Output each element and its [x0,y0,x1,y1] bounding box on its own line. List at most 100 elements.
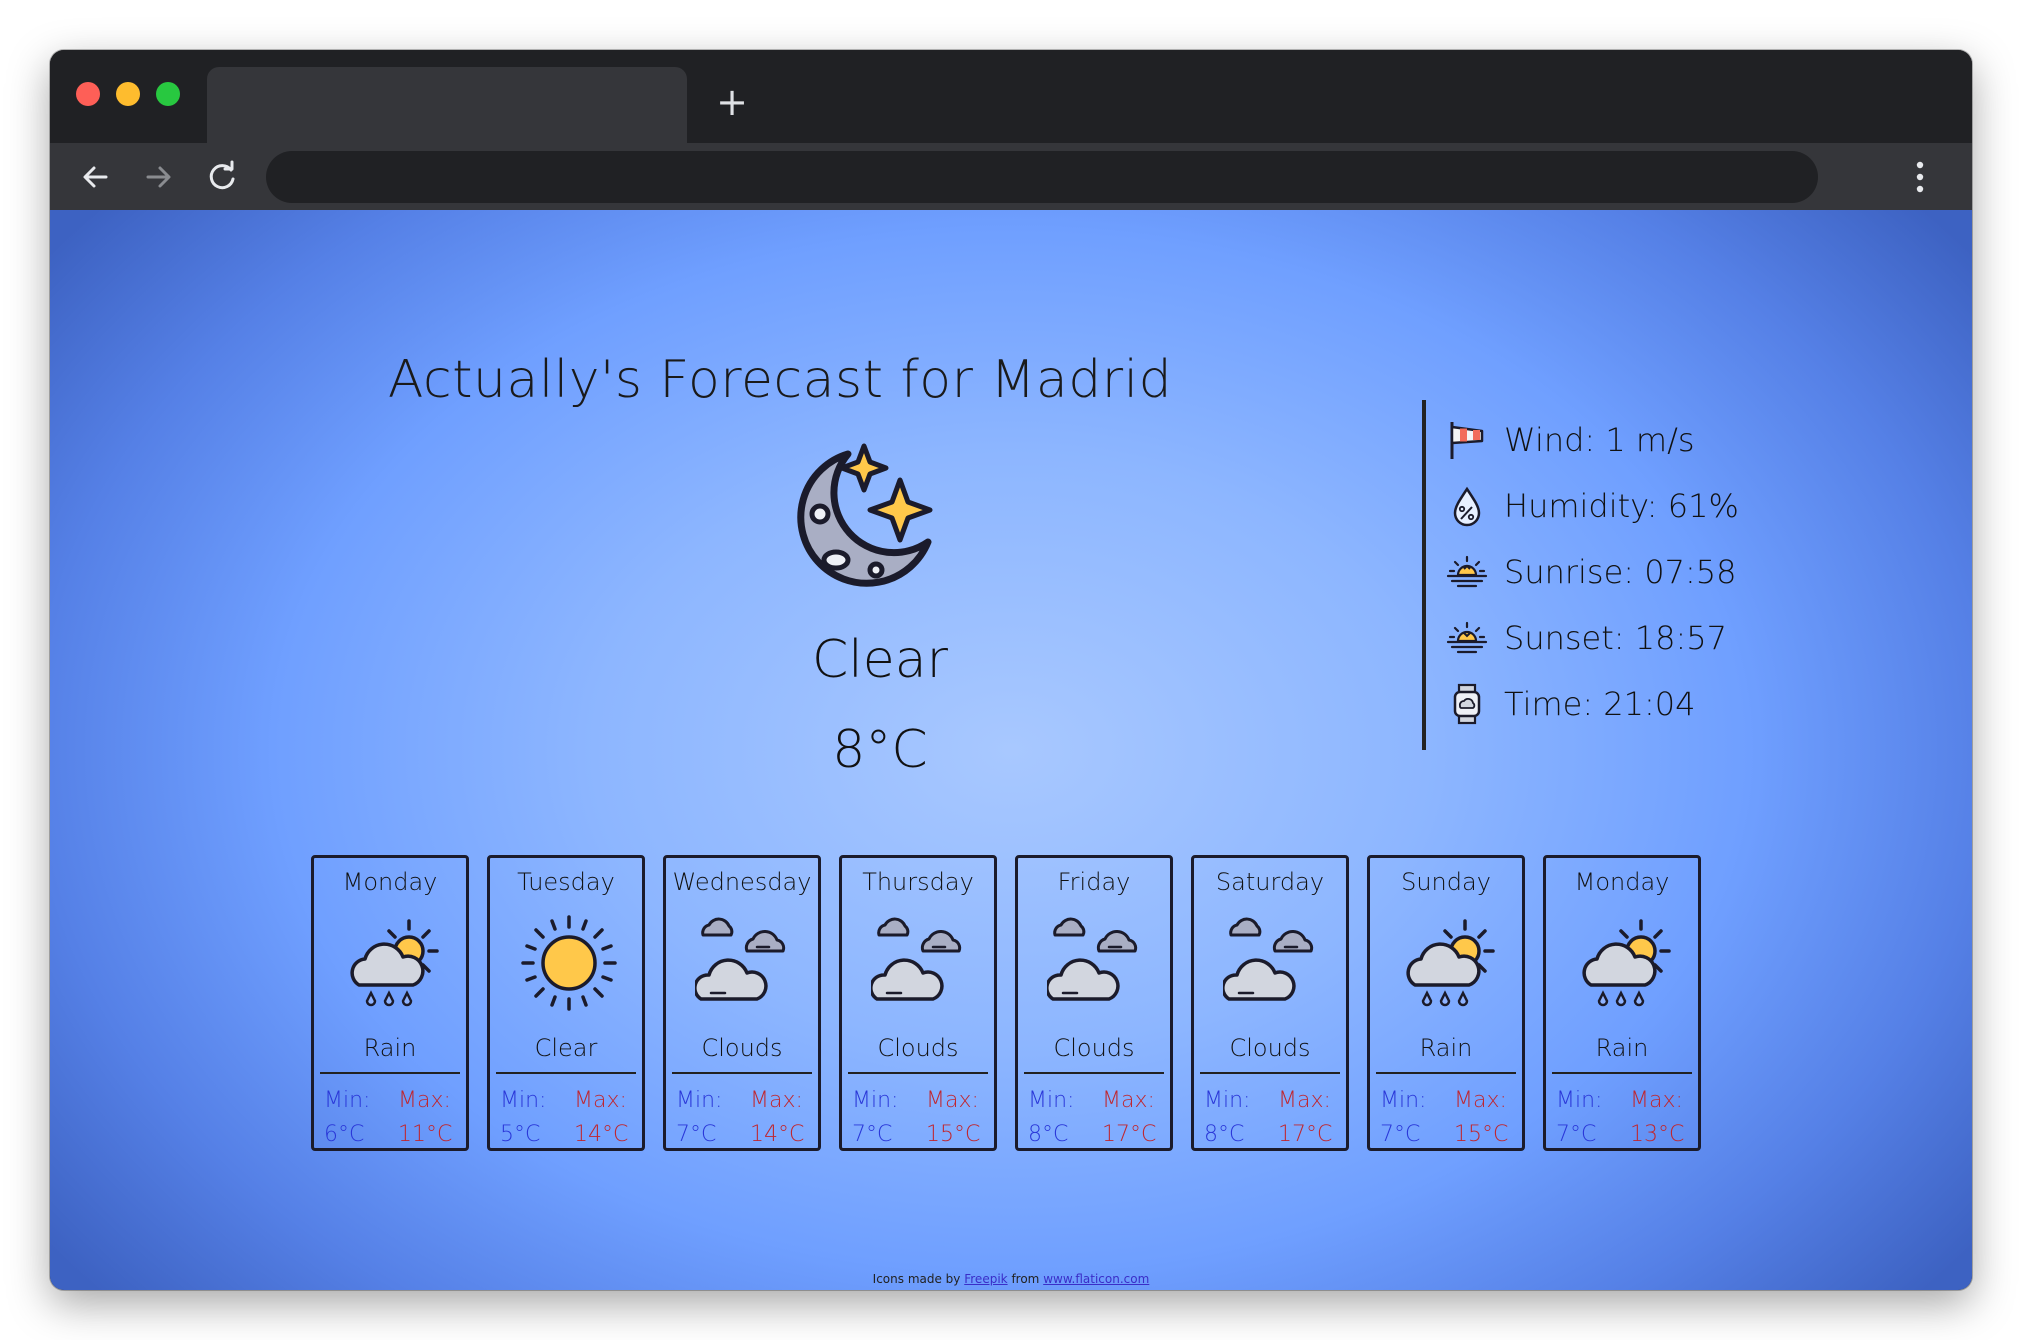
min-temp: 5°C [500,1122,541,1147]
minimize-window-button[interactable] [116,82,140,106]
watch-icon [1453,683,1481,725]
browser-titlebar: + [50,50,1972,143]
min-label: Min: [324,1088,371,1113]
close-window-button[interactable] [76,82,100,106]
max-label: Max: [926,1088,979,1113]
forecast-card: Monday Rain Min: Max: 6°C 11°C [311,855,469,1151]
forecast-divider [672,1072,812,1074]
forecast-day: Monday [342,868,438,896]
sun-cloud-rain-icon [1406,919,1495,1007]
forecast-condition: Rain [363,1034,417,1062]
max-temp: 14°C [574,1122,629,1147]
forecast-divider [1552,1072,1692,1074]
browser-tab[interactable] [207,67,687,143]
max-temp: 17°C [1278,1122,1333,1147]
page-title: Actually's Forecast for Madrid [387,350,1173,410]
forecast-day: Monday [1574,868,1670,896]
max-temp: 13°C [1630,1122,1685,1147]
detail-humidity: Humidity: 61% [1446,476,1739,536]
forecast-divider [1200,1072,1340,1074]
forward-arrow-icon[interactable] [136,155,180,199]
forecast-day: Wednesday [672,868,812,896]
forecast-card: Saturday Clouds Min: Max: 8°C 17°C [1191,855,1349,1151]
min-label: Min: [676,1088,723,1113]
moon-stars-icon [797,443,933,587]
forecast-divider [848,1072,988,1074]
max-temp: 11°C [398,1122,453,1147]
forecast-condition: Clouds [1053,1034,1135,1062]
min-temp: 7°C [1380,1122,1421,1147]
forecast-card: Wednesday Clouds Min: Max: 7°C 14°C [663,855,821,1151]
new-tab-button[interactable]: + [712,82,752,122]
max-temp: 15°C [1454,1122,1509,1147]
forecast-divider [1024,1072,1164,1074]
forecast-day: Tuesday [517,868,615,896]
maximize-window-button[interactable] [156,82,180,106]
attribution-footer: Icons made by Freepik from www.flaticon.… [50,1272,1972,1286]
min-label: Min: [1380,1088,1427,1113]
max-label: Max: [750,1088,803,1113]
back-arrow-icon[interactable] [74,155,118,199]
max-label: Max: [1630,1088,1683,1113]
min-temp: 6°C [324,1122,365,1147]
forecast-day: Friday [1057,868,1131,896]
forecast-divider [496,1072,636,1074]
flaticon-link[interactable]: www.flaticon.com [1043,1272,1149,1286]
max-temp: 15°C [926,1122,981,1147]
min-temp: 8°C [1028,1122,1069,1147]
max-label: Max: [1454,1088,1507,1113]
max-label: Max: [398,1088,451,1113]
kebab-menu-icon[interactable] [1910,157,1930,197]
sun-cloud-rain-icon [1582,919,1671,1007]
max-label: Max: [1278,1088,1331,1113]
clouds-icon [871,917,962,1001]
min-temp: 7°C [852,1122,893,1147]
forecast-divider [1376,1072,1516,1074]
humidity-drop-icon [1453,486,1481,527]
detail-sunrise: Sunrise: 07:58 [1446,542,1736,602]
forecast-condition: Clouds [701,1034,783,1062]
forecast-condition: Clear [534,1034,598,1062]
detail-humidity-text: Humidity: 61% [1504,487,1739,525]
forecast-condition: Rain [1595,1034,1649,1062]
forecast-condition: Clouds [877,1034,959,1062]
detail-wind: Wind: 1 m/s [1446,410,1695,470]
address-bar[interactable] [266,151,1818,203]
browser-toolbar [50,143,1972,210]
min-label: Min: [1556,1088,1603,1113]
forecast-card: Friday Clouds Min: Max: 8°C 17°C [1015,855,1173,1151]
forecast-card: Tuesday Clear Min: Max: 5°C 14°C [487,855,645,1151]
max-label: Max: [1102,1088,1155,1113]
forecast-divider [320,1072,460,1074]
freepik-link[interactable]: Freepik [964,1272,1007,1286]
min-label: Min: [500,1088,547,1113]
browser-window: + Actually's Forecast for Madrid Clear 8… [50,50,1972,1290]
forecast-condition: Rain [1419,1034,1473,1062]
sunset-icon [1446,621,1488,654]
detail-time: Time: 21:04 [1446,674,1695,734]
forecast-day: Thursday [862,868,974,896]
min-label: Min: [1204,1088,1251,1113]
min-label: Min: [1028,1088,1075,1113]
min-temp: 7°C [1556,1122,1597,1147]
current-condition: Clear [812,630,948,690]
detail-wind-text: Wind: 1 m/s [1504,421,1695,459]
min-label: Min: [852,1088,899,1113]
clouds-icon [1223,917,1314,1001]
clouds-icon [1047,917,1138,1001]
max-temp: 14°C [750,1122,805,1147]
sunrise-icon [1446,555,1488,588]
detail-sunset-text: Sunset: 18:57 [1504,619,1727,657]
max-temp: 17°C [1102,1122,1157,1147]
footer-prefix: Icons made by [872,1272,961,1286]
forecast-day: Saturday [1215,868,1325,896]
detail-sunrise-text: Sunrise: 07:58 [1504,553,1737,591]
reload-icon[interactable] [200,155,244,199]
clouds-icon [695,917,786,1001]
detail-sunset: Sunset: 18:57 [1446,608,1727,668]
page-viewport: Actually's Forecast for Madrid Clear 8°C… [50,210,1972,1290]
sun-cloud-rain-icon [350,919,439,1007]
forecast-card: Thursday Clouds Min: Max: 7°C 15°C [839,855,997,1151]
footer-middle: from [1011,1272,1040,1286]
min-temp: 7°C [676,1122,717,1147]
